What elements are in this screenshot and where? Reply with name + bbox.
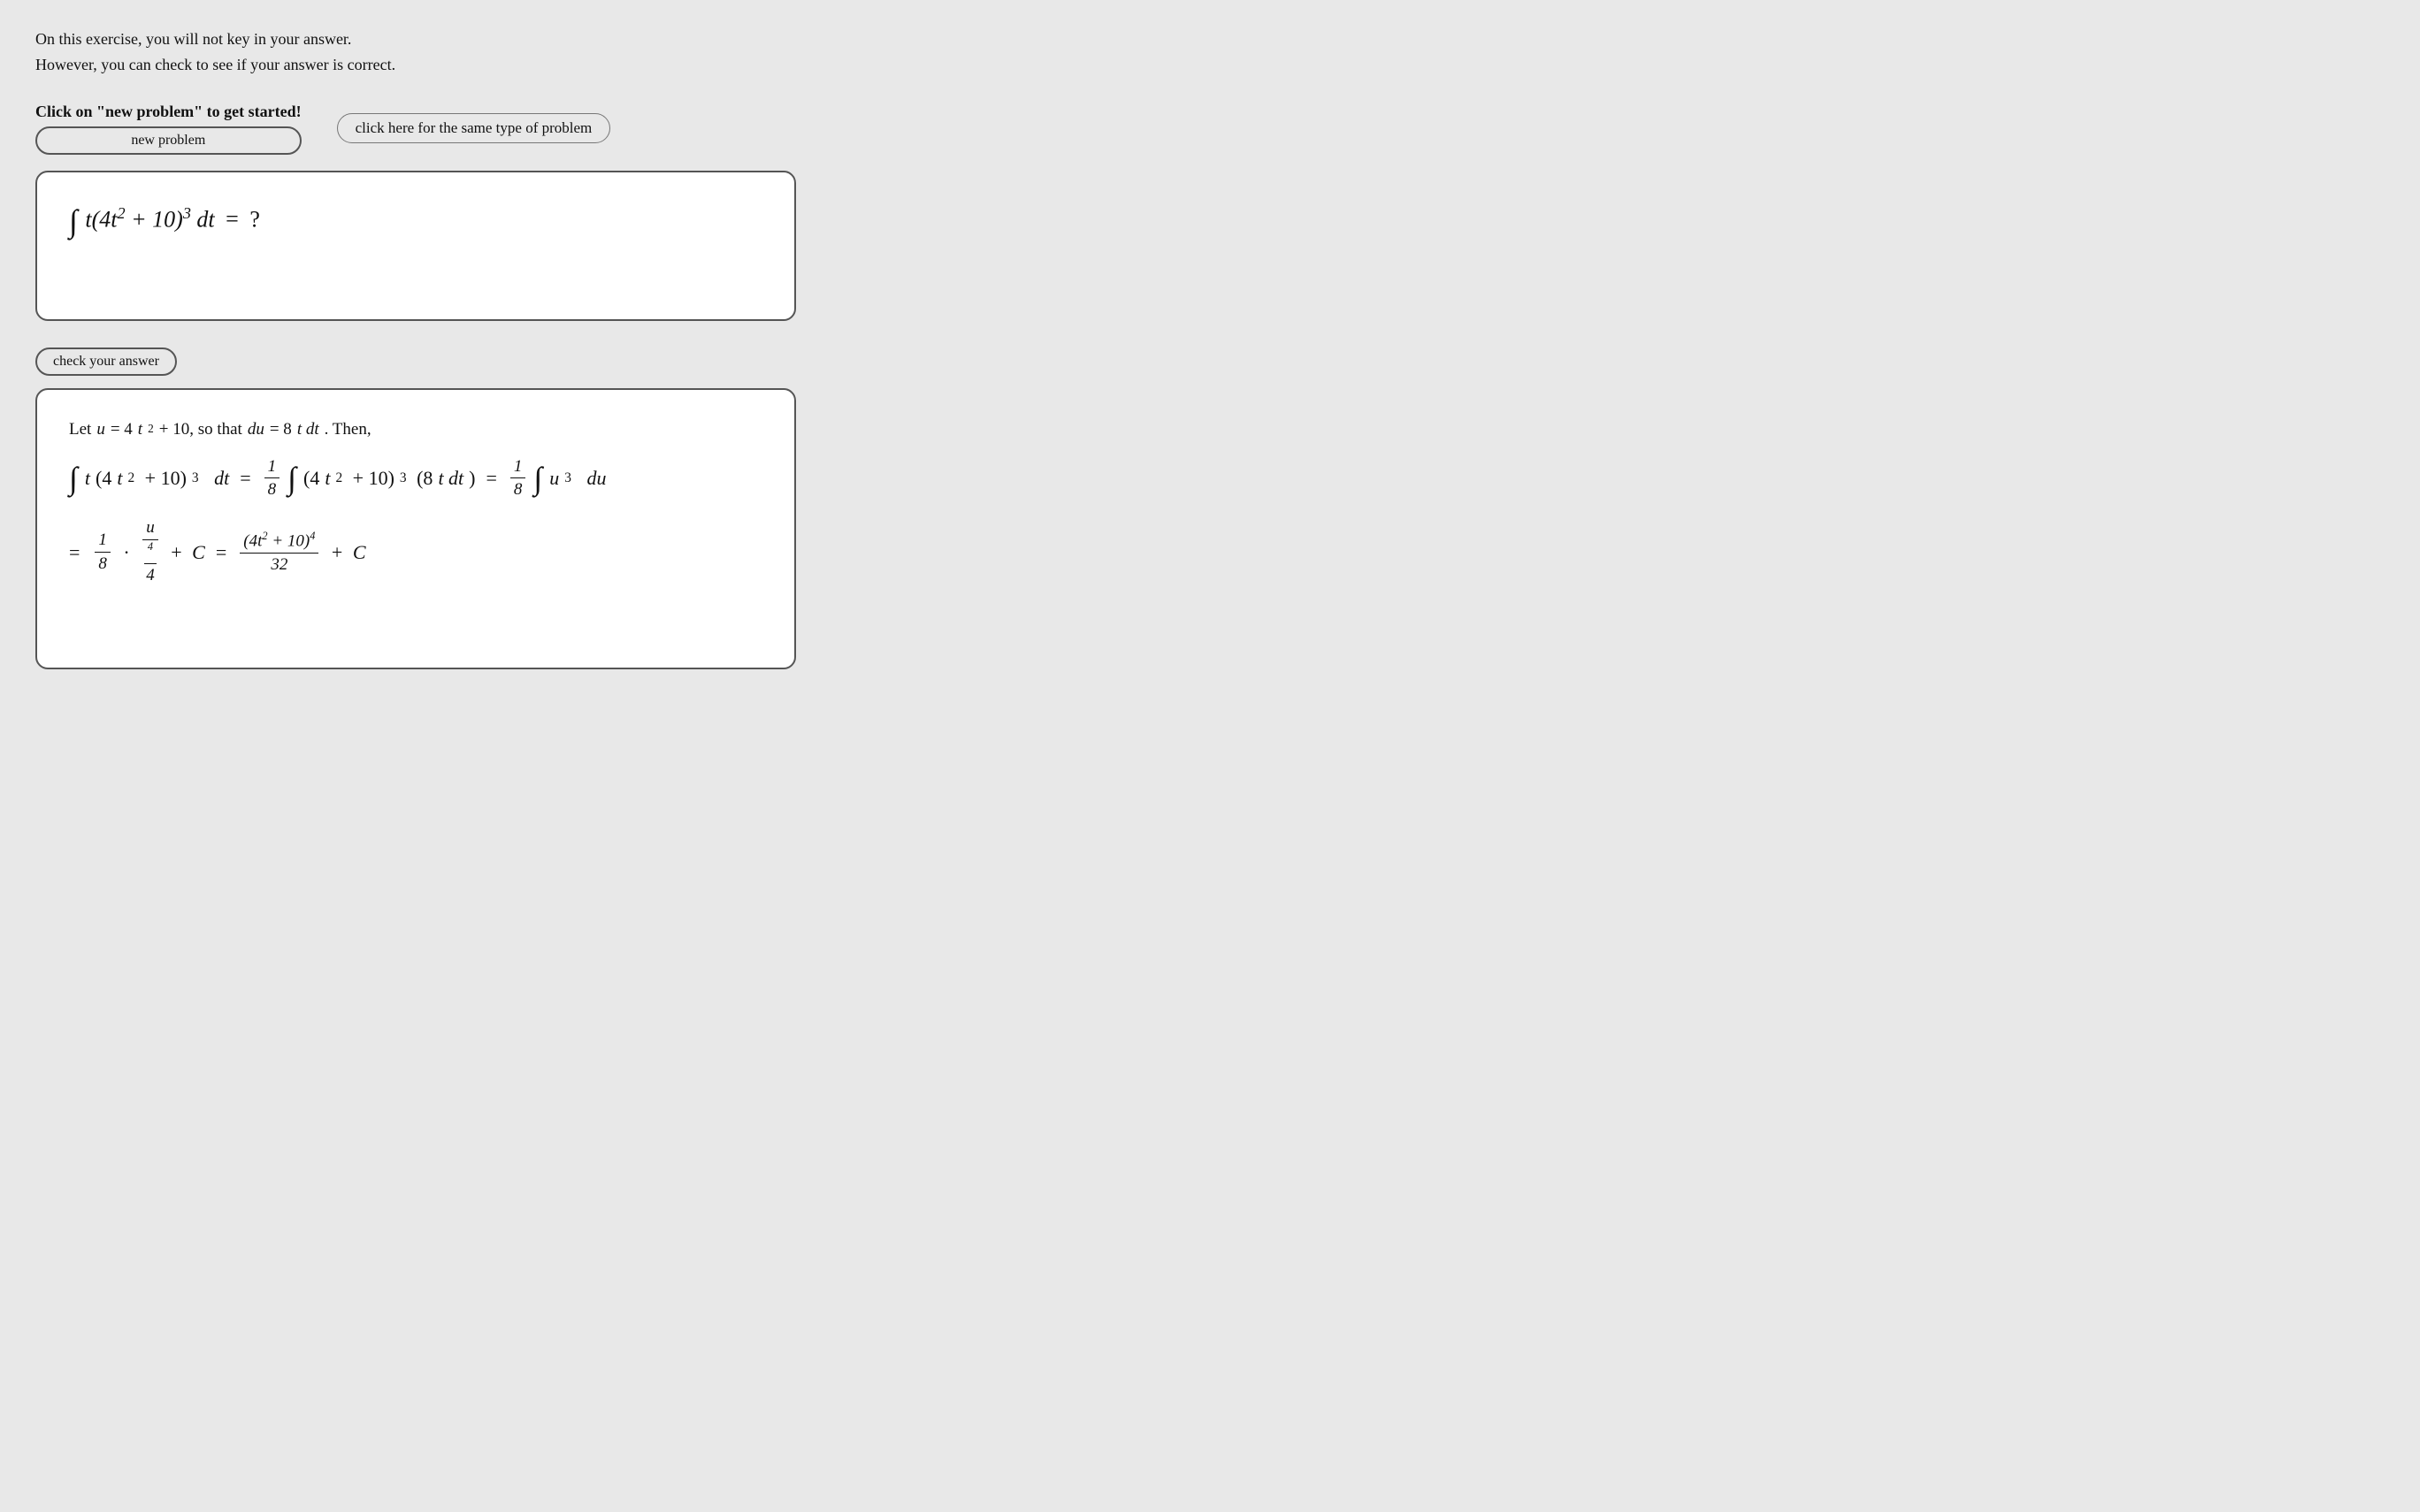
integral-step2: = 1 8 · u4 4 + C = (4t2 + 10)4 32 + C — [69, 518, 762, 586]
new-problem-button[interactable]: new problem — [35, 126, 302, 155]
let-statement: Let u = 4t2 + 10, so that du = 8t dt. Th… — [69, 413, 762, 447]
intro-line2: However, you can check to see if your an… — [35, 52, 2385, 78]
problem-box: ∫ t(4t2 + 10)3 dt = ? — [35, 171, 796, 321]
integral-step1: ∫ t(4t2 + 10)3 dt = 1 8 ∫ (4t2 + 10)3 (8… — [69, 457, 762, 501]
new-problem-prompt: Click on "new problem" to get started! — [35, 103, 302, 121]
intro-line1: On this exercise, you will not key in yo… — [35, 27, 2385, 52]
problem-math: ∫ t(4t2 + 10)3 dt = ? — [69, 199, 762, 241]
intro-text: On this exercise, you will not key in yo… — [35, 27, 2385, 78]
check-answer-button[interactable]: check your answer — [35, 347, 177, 376]
answer-box: Let u = 4t2 + 10, so that du = 8t dt. Th… — [35, 388, 796, 669]
same-type-button[interactable]: click here for the same type of problem — [337, 113, 611, 143]
